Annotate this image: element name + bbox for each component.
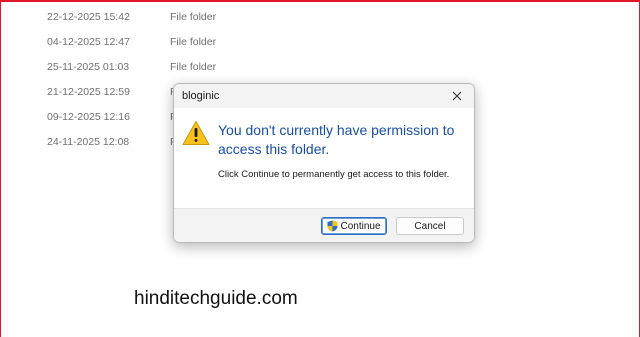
close-button[interactable] [446,87,468,105]
file-type: File folder [170,36,217,48]
dialog-footer: Continue Cancel [174,208,474,242]
cancel-button[interactable]: Cancel [396,217,464,235]
file-date: 22-12-2025 15:42 [47,11,130,23]
warning-triangle-icon [182,121,210,145]
file-row[interactable]: 25-11-2025 01:03 File folder [0,58,640,78]
file-type: File folder [170,11,217,23]
file-date: 25-11-2025 01:03 [47,61,130,73]
cancel-label: Cancel [414,220,446,232]
permission-dialog: bloginic You don't currently have permis… [173,83,475,243]
close-icon [452,91,462,101]
continue-button[interactable]: Continue [321,217,387,235]
dialog-body: You don't currently have permission to a… [174,108,474,208]
file-row[interactable]: 22-12-2025 15:42 File folder [0,8,640,28]
file-type: File folder [170,61,217,73]
file-date: 21-12-2025 12:59 [47,86,130,98]
watermark-text: hinditechguide.com [134,288,298,309]
continue-label: Continue [340,220,381,232]
file-date: 04-12-2025 12:47 [47,36,130,48]
file-row[interactable]: 04-12-2025 12:47 File folder [0,33,640,53]
dialog-titlebar: bloginic [174,84,474,108]
dialog-message: Click Continue to permanently get access… [218,169,450,180]
file-date: 09-12-2025 12:16 [47,111,130,123]
uac-shield-icon [327,220,338,232]
dialog-headline: You don't currently have permission to a… [218,122,455,157]
dialog-title: bloginic [182,90,220,102]
file-date: 24-11-2025 12:08 [47,136,130,148]
